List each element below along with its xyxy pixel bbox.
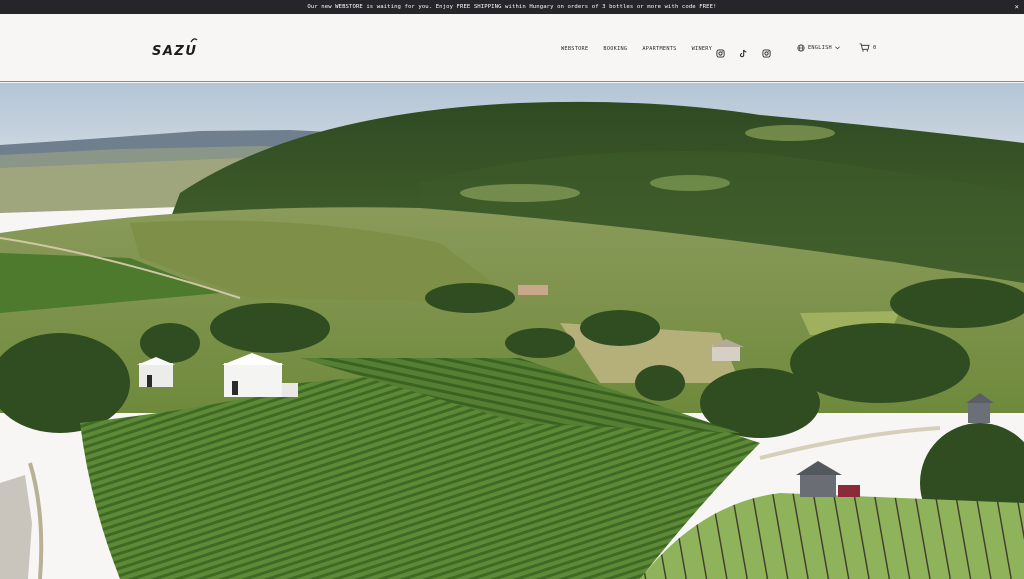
announcement-bar: Our new WEBSTORE is waiting for you. Enj… [0, 0, 1024, 14]
globe-icon [797, 44, 805, 52]
cart-icon [859, 43, 870, 52]
cart-button[interactable]: 0 [859, 43, 876, 52]
tiktok-icon[interactable] [739, 43, 749, 58]
cart-count: 0 [873, 44, 877, 51]
announcement-text: Our new WEBSTORE is waiting for you. Enj… [307, 4, 717, 10]
instagram-icon[interactable] [716, 43, 726, 58]
nav-webstore[interactable]: WEBSTORE [561, 46, 588, 52]
logo-accent-icon [190, 38, 198, 43]
main-nav: WEBSTORE BOOKING APARTMENTS WINERY [561, 44, 712, 54]
brand-name: SAZU [152, 44, 198, 59]
vineyard-landscape-image [0, 83, 1024, 579]
site-header: SAZU WEBSTORE BOOKING APARTMENTS WINERY [0, 14, 1024, 82]
brand-logo[interactable]: SAZU [152, 38, 198, 59]
nav-booking[interactable]: BOOKING [603, 46, 627, 52]
close-icon[interactable]: × [1015, 0, 1019, 14]
social-links [716, 43, 772, 58]
chevron-down-icon [835, 46, 840, 50]
language-label: ENGLISH [808, 45, 832, 51]
language-selector[interactable]: ENGLISH [797, 44, 840, 52]
nav-apartments[interactable]: APARTMENTS [642, 46, 676, 52]
nav-winery[interactable]: WINERY [692, 46, 713, 52]
instagram-icon[interactable] [762, 43, 772, 58]
hero-image [0, 83, 1024, 579]
